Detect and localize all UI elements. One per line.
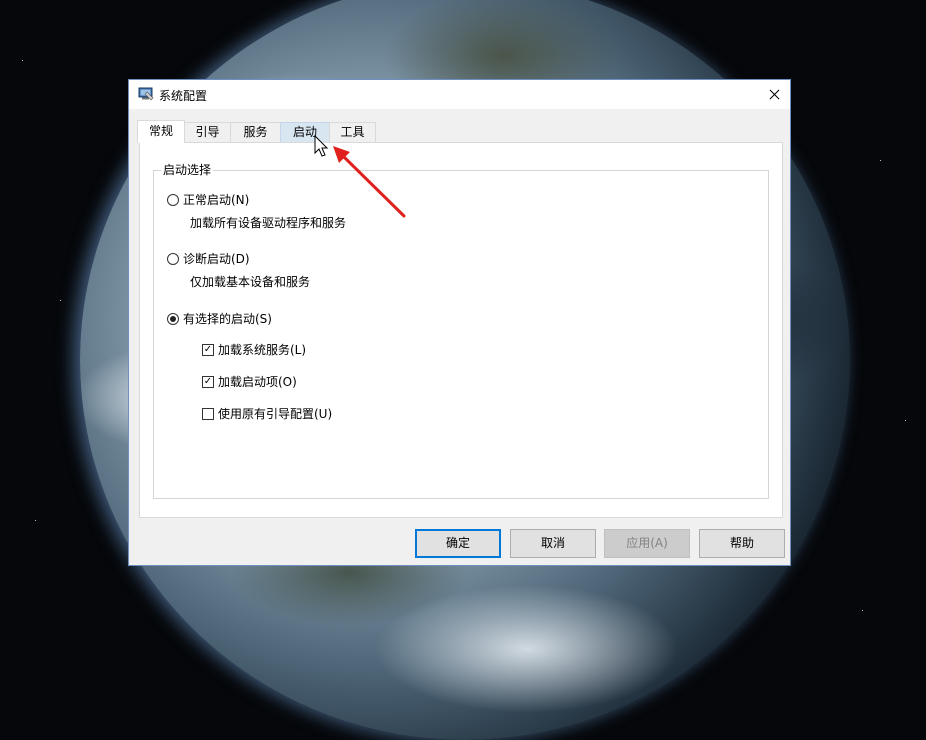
diagnostic-startup-label[interactable]: 诊断启动(D) bbox=[183, 252, 250, 266]
tab-label: 启动 bbox=[292, 125, 317, 139]
load-startup-items-label[interactable]: 加载启动项(O) bbox=[218, 375, 297, 389]
checkmark-icon: ✓ bbox=[203, 344, 213, 355]
tab-startup[interactable]: 启动 bbox=[280, 122, 330, 142]
cancel-button[interactable]: 取消 bbox=[510, 529, 596, 558]
tab-boot[interactable]: 引导 bbox=[184, 122, 231, 142]
system-configuration-dialog: 系统配置 常规 引导 服务 启动 工具 启动选择 正常启动(N) 加载所有设备驱… bbox=[128, 79, 791, 566]
selective-startup-label[interactable]: 有选择的启动(S) bbox=[183, 312, 272, 326]
startup-selection-group: 启动选择 正常启动(N) 加载所有设备驱动程序和服务 诊断启动(D) 仅加载基本… bbox=[153, 163, 769, 499]
tab-general[interactable]: 常规 bbox=[137, 120, 185, 143]
group-legend: 启动选择 bbox=[161, 163, 214, 177]
selective-startup-radio[interactable] bbox=[167, 313, 179, 325]
tab-label: 工具 bbox=[340, 125, 365, 139]
msconfig-app-icon bbox=[138, 87, 154, 101]
use-original-boot-config-label[interactable]: 使用原有引导配置(U) bbox=[218, 407, 332, 421]
load-startup-items-checkbox[interactable]: ✓ bbox=[202, 376, 214, 388]
use-original-boot-config-checkbox[interactable] bbox=[202, 408, 214, 420]
normal-startup-description: 加载所有设备驱动程序和服务 bbox=[190, 216, 347, 230]
tab-services[interactable]: 服务 bbox=[230, 122, 281, 142]
apply-button[interactable]: 应用(A) bbox=[604, 529, 690, 558]
tab-label: 服务 bbox=[243, 125, 268, 139]
load-system-services-checkbox[interactable]: ✓ bbox=[202, 344, 214, 356]
general-tab-panel: 启动选择 正常启动(N) 加载所有设备驱动程序和服务 诊断启动(D) 仅加载基本… bbox=[139, 142, 783, 518]
load-system-services-label[interactable]: 加载系统服务(L) bbox=[218, 343, 306, 357]
title-bar[interactable]: 系统配置 bbox=[129, 80, 790, 109]
window-title: 系统配置 bbox=[159, 89, 208, 103]
checkmark-icon: ✓ bbox=[203, 376, 213, 387]
close-button[interactable] bbox=[758, 80, 790, 109]
tab-label: 常规 bbox=[148, 124, 173, 138]
help-button[interactable]: 帮助 bbox=[699, 529, 785, 558]
tab-label: 引导 bbox=[195, 125, 220, 139]
tab-tools[interactable]: 工具 bbox=[329, 122, 376, 142]
normal-startup-label[interactable]: 正常启动(N) bbox=[183, 193, 249, 207]
ok-button[interactable]: 确定 bbox=[415, 529, 501, 558]
diagnostic-startup-description: 仅加载基本设备和服务 bbox=[190, 275, 311, 289]
normal-startup-radio[interactable] bbox=[167, 194, 179, 206]
diagnostic-startup-radio[interactable] bbox=[167, 253, 179, 265]
